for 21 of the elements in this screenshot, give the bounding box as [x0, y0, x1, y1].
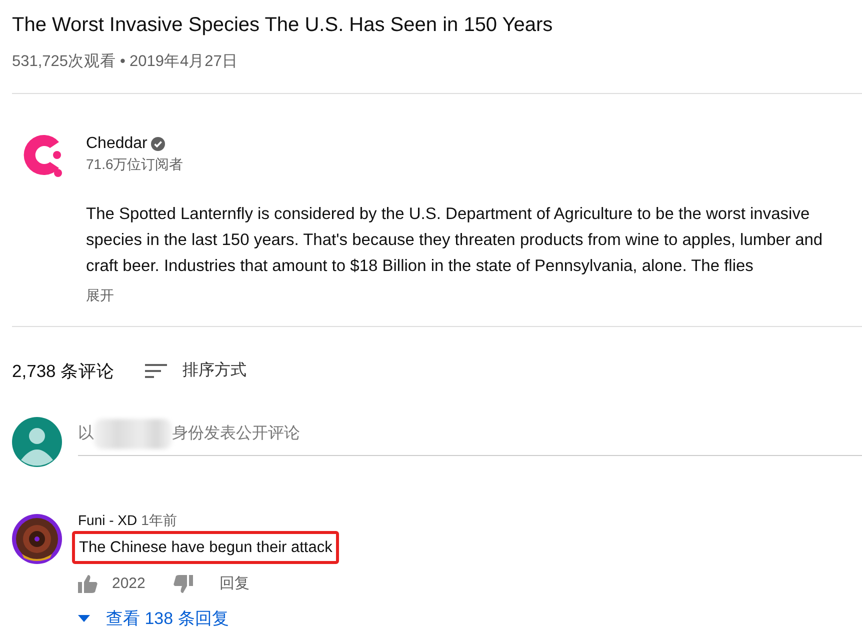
channel-name[interactable]: Cheddar: [86, 134, 148, 154]
view-count: 531,725次观看: [12, 52, 116, 72]
comment-text: The Chinese have begun their attack: [72, 530, 340, 564]
comment-time[interactable]: 1年前: [141, 510, 177, 530]
commenter-avatar[interactable]: [12, 514, 62, 564]
comment-input[interactable]: 以 身份发表公开评论: [78, 419, 862, 456]
video-title: The Worst Invasive Species The U.S. Has Seen in 150 Years: [12, 13, 554, 38]
like-count: 2022: [112, 574, 146, 594]
separator-dot: •: [120, 52, 126, 72]
video-description: The Spotted Lanternfly is considered by the U.S. Department of Agriculture to be the worst invasive species in the last 150 years. That's because they threaten products from wine to apples, lumber and craft beer. Industries that amount to $18 Billion in the state of Pennsylvania, alone. The flies: [86, 204, 824, 278]
subscriber-count: 71.6万位订阅者: [86, 155, 184, 174]
sort-icon: [144, 363, 167, 380]
show-more-link[interactable]: 展开: [86, 285, 114, 306]
comment-count: 2,738 条评论: [12, 360, 115, 384]
view-replies-button[interactable]: 查看 138 条回复: [78, 606, 229, 632]
reply-button[interactable]: 回复: [219, 572, 250, 595]
caret-icon: [78, 615, 90, 622]
upload-date: 2019年4月27日: [129, 52, 238, 72]
sort-button[interactable]: 排序方式: [144, 359, 247, 384]
comment-author[interactable]: Funi - XD: [78, 510, 138, 530]
user-avatar: [12, 416, 62, 466]
